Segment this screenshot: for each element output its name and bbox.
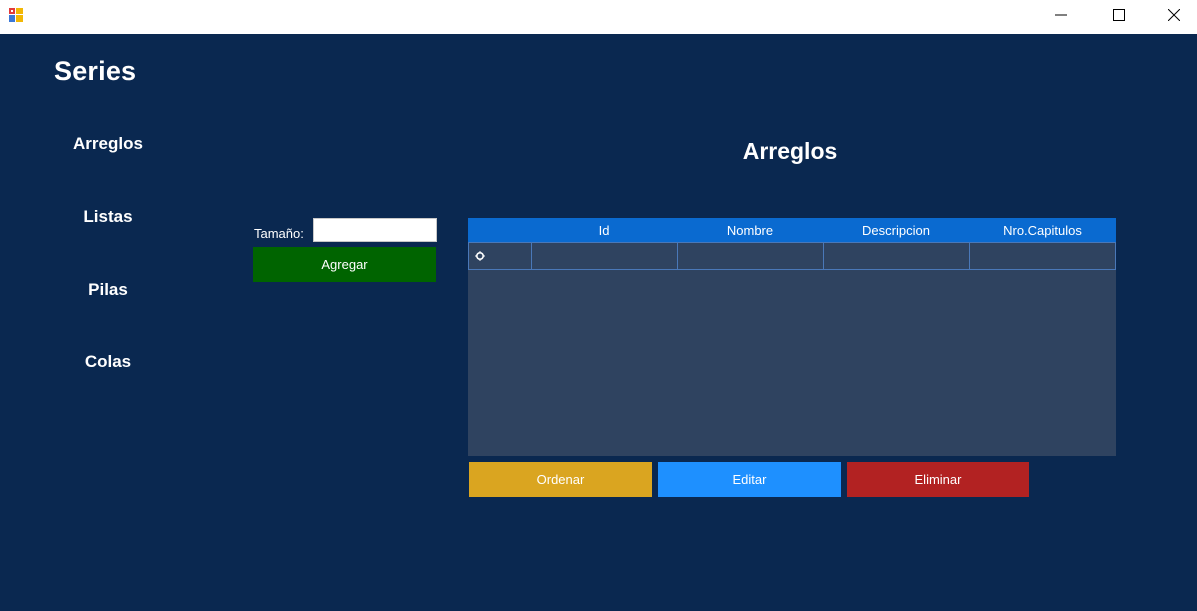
column-header-nombre[interactable]: Nombre [677,218,823,242]
sidebar-item-arreglos[interactable]: Arreglos [48,134,168,154]
delete-button[interactable]: Eliminar [847,462,1029,497]
main-form: Series Arreglos Listas Pilas Colas Arreg… [0,34,1197,611]
cell-descripcion[interactable] [823,243,969,269]
section-title: Arreglos [742,138,838,164]
add-button[interactable]: Agregar [253,247,436,282]
cell-nro-capitulos[interactable] [969,243,1115,269]
sidebar-item-pilas[interactable]: Pilas [48,280,168,300]
minimize-button[interactable] [1038,0,1084,30]
column-header-id[interactable]: Id [531,218,677,242]
app-title: Series [54,56,137,86]
grid-header: Id Nombre Descripcion Nro.Capitulos [468,218,1116,242]
window-titlebar [0,0,1197,34]
column-header-descripcion[interactable]: Descripcion [823,218,969,242]
table-row[interactable] [468,242,1116,270]
order-button[interactable]: Ordenar [469,462,652,497]
size-label: Tamaño: [254,226,304,241]
close-button[interactable] [1151,0,1197,30]
minimize-icon [1055,9,1067,21]
app-icon[interactable] [8,7,24,23]
close-icon [1168,9,1180,21]
sidebar-item-colas[interactable]: Colas [48,352,168,372]
cell-id[interactable] [531,243,677,269]
sidebar-item-listas[interactable]: Listas [48,207,168,227]
size-input[interactable] [313,218,437,242]
maximize-icon [1113,9,1125,21]
row-header[interactable] [469,243,532,269]
maximize-button[interactable] [1096,0,1142,30]
new-row-icon [475,251,485,261]
edit-button[interactable]: Editar [658,462,841,497]
data-grid[interactable]: Id Nombre Descripcion Nro.Capitulos [468,218,1116,456]
cell-nombre[interactable] [677,243,823,269]
column-header-nro-capitulos[interactable]: Nro.Capitulos [969,218,1116,242]
